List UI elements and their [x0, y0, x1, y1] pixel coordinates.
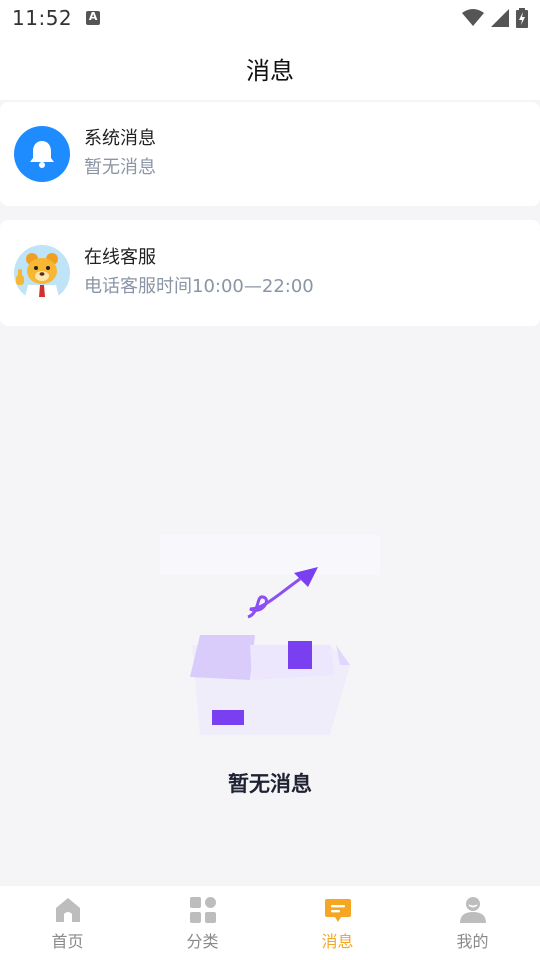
card-title: 在线客服 [84, 247, 156, 268]
card-subtitle: 电话客服时间10:00—22:00 [84, 276, 314, 297]
bear-mascot-avatar [14, 245, 70, 301]
tab-home[interactable]: 首页 [0, 886, 135, 960]
tab-messages[interactable]: 消息 [270, 886, 405, 960]
notification-a-icon [86, 10, 101, 25]
cell-signal-icon [491, 9, 509, 27]
tab-label: 我的 [456, 932, 489, 951]
tab-category[interactable]: 分类 [135, 886, 270, 960]
tab-label: 首页 [51, 932, 84, 951]
empty-state-text: 暂无消息 [228, 772, 312, 796]
bell-icon [14, 126, 70, 182]
status-time: 11:52 [12, 6, 73, 30]
page-title: 消息 [246, 56, 294, 85]
tab-label: 分类 [186, 932, 219, 951]
card-subtitle: 暂无消息 [84, 157, 156, 178]
battery-icon [516, 8, 528, 28]
tab-label: 消息 [321, 932, 354, 951]
card-title: 系统消息 [84, 128, 156, 149]
message-icon [324, 899, 351, 922]
header: 消息 [0, 36, 540, 100]
home-icon [55, 898, 80, 922]
tab-profile[interactable]: 我的 [405, 886, 540, 960]
empty-box-illustration [160, 535, 380, 735]
profile-icon [459, 897, 486, 923]
status-bar: 11:52 [0, 0, 540, 36]
system-message-card[interactable]: 系统消息 暂无消息 [0, 102, 540, 206]
category-icon [189, 897, 216, 923]
online-service-card[interactable]: 在线客服 电话客服时间10:00—22:00 [0, 220, 540, 326]
bottom-tab-bar: 首页 分类 消息 我的 [0, 886, 540, 960]
wifi-icon [462, 9, 484, 26]
status-indicators [462, 8, 528, 28]
